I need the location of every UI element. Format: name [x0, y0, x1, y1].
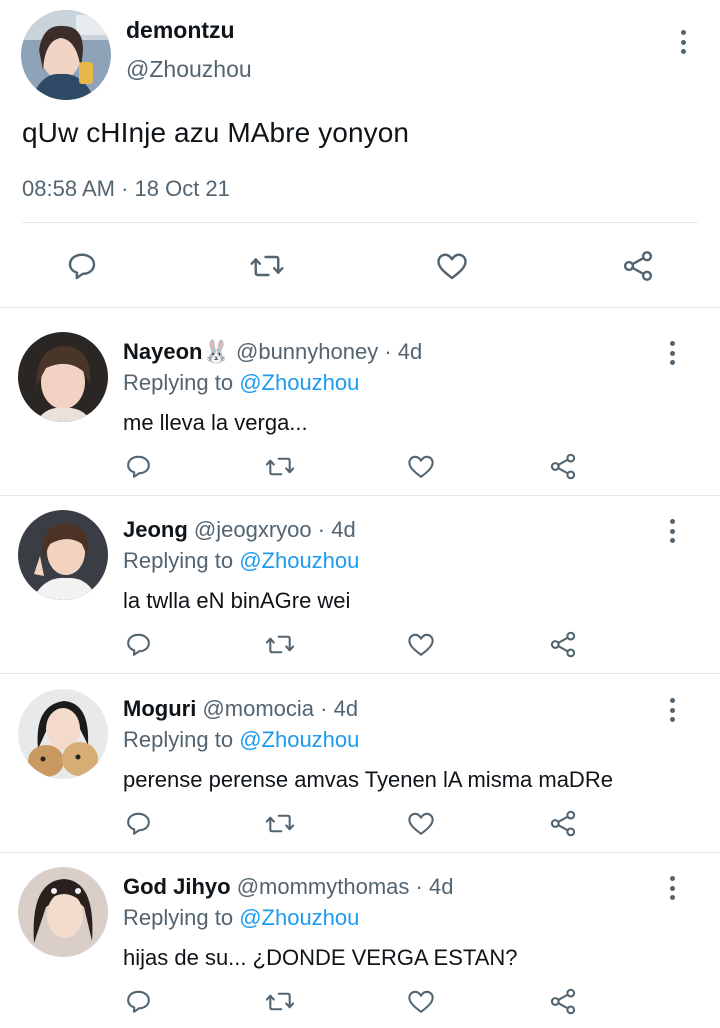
reply-icon[interactable]	[123, 451, 154, 482]
mention-link[interactable]: @Zhouzhou	[239, 727, 359, 752]
replying-label: Replying to	[123, 727, 234, 752]
author-handle[interactable]: @jeogxryoo	[194, 517, 312, 542]
avatar[interactable]	[18, 510, 108, 600]
retweet-icon[interactable]	[264, 629, 296, 660]
like-icon[interactable]	[405, 986, 437, 1017]
retweet-icon[interactable]	[264, 986, 296, 1017]
more-options-icon[interactable]	[673, 27, 693, 57]
replying-label: Replying to	[123, 905, 234, 930]
mention-link[interactable]: @Zhouzhou	[239, 370, 359, 395]
author-name[interactable]: demontzu	[126, 17, 235, 44]
author-handle[interactable]: @bunnyhoney	[236, 339, 378, 364]
more-options-icon[interactable]	[662, 338, 682, 368]
retweet-icon[interactable]	[264, 808, 296, 839]
main-tweet: demontzu @Zhouzhou qUw cHInje azu MAbre …	[0, 0, 720, 308]
tweet-timestamp[interactable]: 08:58 AM · 18 Oct 21	[22, 176, 230, 202]
like-icon[interactable]	[405, 629, 437, 660]
more-options-icon[interactable]	[662, 516, 682, 546]
author-name[interactable]: Jeong	[123, 517, 188, 542]
author-handle[interactable]: @momocia	[202, 696, 314, 721]
author-name[interactable]: God Jihyo	[123, 874, 231, 899]
reply-age: · 4d	[320, 696, 359, 721]
reply-tweet[interactable]: Nayeon🐰 @bunnyhoney · 4d Replying to @Zh…	[0, 318, 720, 496]
reply-text: la twlla eN binAGre wei	[123, 588, 351, 613]
reply-tweet[interactable]: Moguri @momocia · 4d Replying to @Zhouzh…	[0, 675, 720, 853]
reply-age: · 4d	[384, 339, 423, 364]
retweet-icon[interactable]	[264, 451, 296, 482]
share-icon[interactable]	[619, 248, 657, 284]
replying-to: Replying to @Zhouzhou	[123, 905, 359, 931]
replying-to: Replying to @Zhouzhou	[123, 727, 359, 753]
reply-text: perense perense amvas Tyenen lA misma ma…	[123, 767, 613, 792]
tweet-text: qUw cHInje azu MAbre yonyon	[22, 117, 410, 148]
author-handle[interactable]: @Zhouzhou	[126, 56, 252, 83]
reply-icon[interactable]	[123, 629, 154, 660]
reply-tweet[interactable]: God Jihyo @mommythomas · 4d Replying to …	[0, 853, 720, 1028]
reply-tweet[interactable]: Jeong @jeogxryoo · 4d Replying to @Zhouz…	[0, 496, 720, 674]
author-handle[interactable]: @mommythomas	[237, 874, 410, 899]
avatar[interactable]	[18, 689, 108, 779]
retweet-icon[interactable]	[248, 248, 286, 284]
reply-icon[interactable]	[123, 986, 154, 1017]
share-icon[interactable]	[547, 808, 579, 839]
mention-link[interactable]: @Zhouzhou	[239, 905, 359, 930]
share-icon[interactable]	[547, 451, 579, 482]
divider	[22, 222, 698, 223]
like-icon[interactable]	[433, 248, 471, 284]
replying-label: Replying to	[123, 370, 234, 395]
more-options-icon[interactable]	[662, 873, 682, 903]
author-name[interactable]: Moguri	[123, 696, 196, 721]
reply-age: · 4d	[317, 517, 356, 542]
avatar[interactable]	[21, 10, 111, 100]
share-icon[interactable]	[547, 629, 579, 660]
author-name[interactable]: Nayeon🐰	[123, 339, 230, 364]
like-icon[interactable]	[405, 808, 437, 839]
replying-label: Replying to	[123, 548, 234, 573]
share-icon[interactable]	[547, 986, 579, 1017]
avatar[interactable]	[18, 332, 108, 422]
like-icon[interactable]	[405, 451, 437, 482]
reply-text: hijas de su... ¿DONDE VERGA ESTAN?	[123, 945, 518, 970]
mention-link[interactable]: @Zhouzhou	[239, 548, 359, 573]
reply-icon[interactable]	[123, 808, 154, 839]
reply-icon[interactable]	[64, 248, 100, 284]
avatar[interactable]	[18, 867, 108, 957]
replying-to: Replying to @Zhouzhou	[123, 548, 359, 574]
more-options-icon[interactable]	[662, 695, 682, 725]
reply-text: me lleva la verga...	[123, 410, 308, 435]
reply-age: · 4d	[415, 874, 454, 899]
replying-to: Replying to @Zhouzhou	[123, 370, 359, 396]
